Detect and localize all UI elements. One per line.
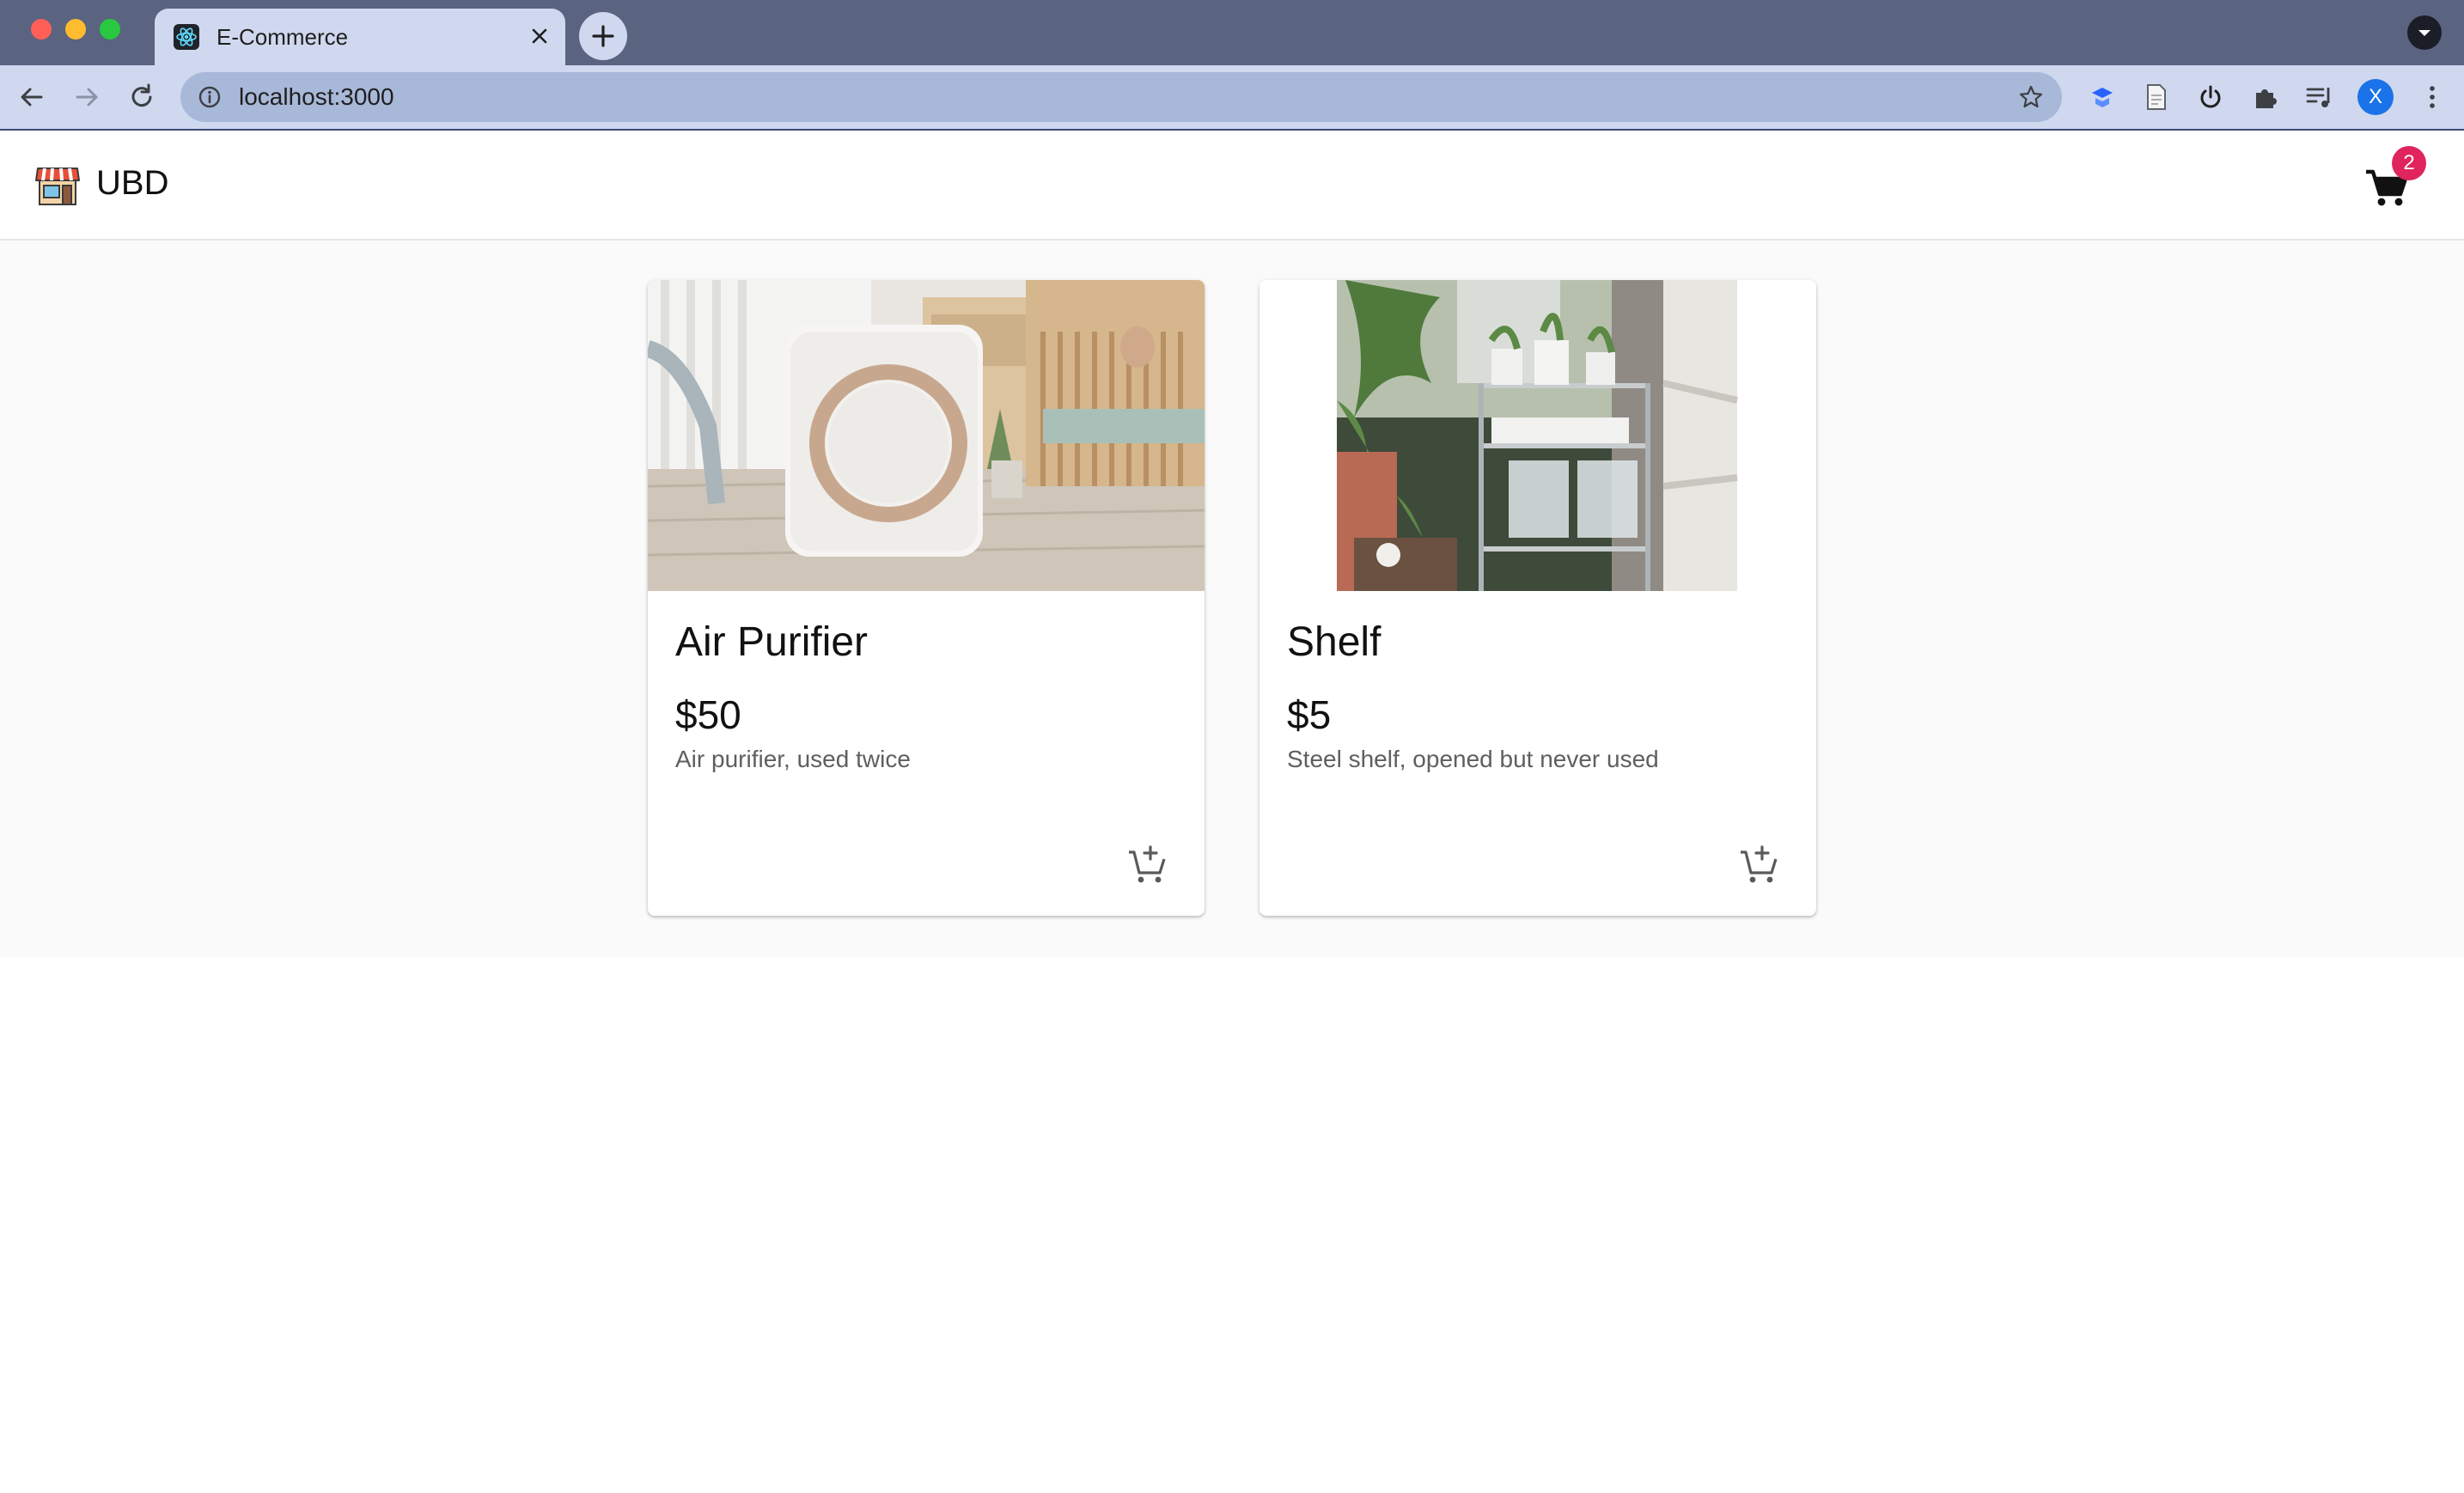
extension-blue-icon[interactable]	[2086, 81, 2119, 113]
tab-search-button[interactable]	[2407, 15, 2442, 50]
close-icon[interactable]	[526, 22, 553, 50]
close-window-button[interactable]	[31, 19, 52, 40]
product-card-shelf[interactable]: Shelf $5 Steel shelf, opened but never u…	[1259, 280, 1816, 916]
reload-icon[interactable]	[124, 79, 160, 115]
url-text[interactable]: localhost:3000	[239, 84, 394, 110]
back-icon[interactable]	[14, 79, 50, 115]
brand-name[interactable]: UBD	[96, 161, 168, 204]
new-tab-button[interactable]	[579, 12, 627, 60]
forward-icon[interactable]	[69, 79, 105, 115]
add-shopping-cart-icon	[1129, 845, 1166, 883]
app-header: UBD 2	[0, 131, 2464, 241]
add-to-cart-button[interactable]	[1124, 842, 1170, 888]
shelf-image[interactable]	[1259, 280, 1816, 591]
react-icon	[174, 24, 199, 50]
tab-title: E-Commerce	[217, 24, 349, 50]
browser-toolbar: localhost:3000 X	[0, 65, 2464, 131]
info-icon[interactable]	[198, 85, 222, 109]
product-description: Steel shelf, opened but never used	[1287, 746, 1659, 772]
document-icon[interactable]	[2139, 81, 2172, 113]
product-price: $50	[675, 692, 741, 737]
product-title: Air Purifier	[675, 619, 869, 665]
more-vert-icon[interactable]	[2416, 81, 2449, 113]
media-playlist-icon[interactable]	[2302, 81, 2335, 113]
chevron-down-icon	[2418, 30, 2430, 36]
add-to-cart-button[interactable]	[1735, 842, 1782, 888]
puzzle-icon[interactable]	[2249, 81, 2282, 113]
browser-tab-bar: E-Commerce	[0, 0, 2464, 65]
address-bar[interactable]: localhost:3000	[180, 72, 2062, 122]
add-shopping-cart-icon	[1741, 845, 1778, 883]
minimize-window-button[interactable]	[65, 19, 86, 40]
profile-avatar[interactable]: X	[2357, 79, 2394, 115]
product-grid: Air Purifier $50 Air purifier, used twic…	[0, 241, 2464, 957]
plus-icon	[592, 25, 614, 47]
bookmark-star-icon[interactable]	[2017, 83, 2045, 111]
maximize-window-button[interactable]	[100, 19, 120, 40]
browser-tab[interactable]: E-Commerce	[155, 9, 565, 65]
product-title: Shelf	[1287, 619, 1381, 665]
product-card-air-purifier[interactable]: Air Purifier $50 Air purifier, used twic…	[648, 280, 1205, 916]
power-icon[interactable]	[2194, 81, 2227, 113]
cart-count-badge: 2	[2392, 146, 2426, 180]
product-description: Air purifier, used twice	[675, 746, 911, 772]
shop-icon[interactable]	[34, 161, 81, 208]
product-price: $5	[1287, 692, 1332, 737]
air-purifier-image[interactable]	[648, 280, 1205, 591]
